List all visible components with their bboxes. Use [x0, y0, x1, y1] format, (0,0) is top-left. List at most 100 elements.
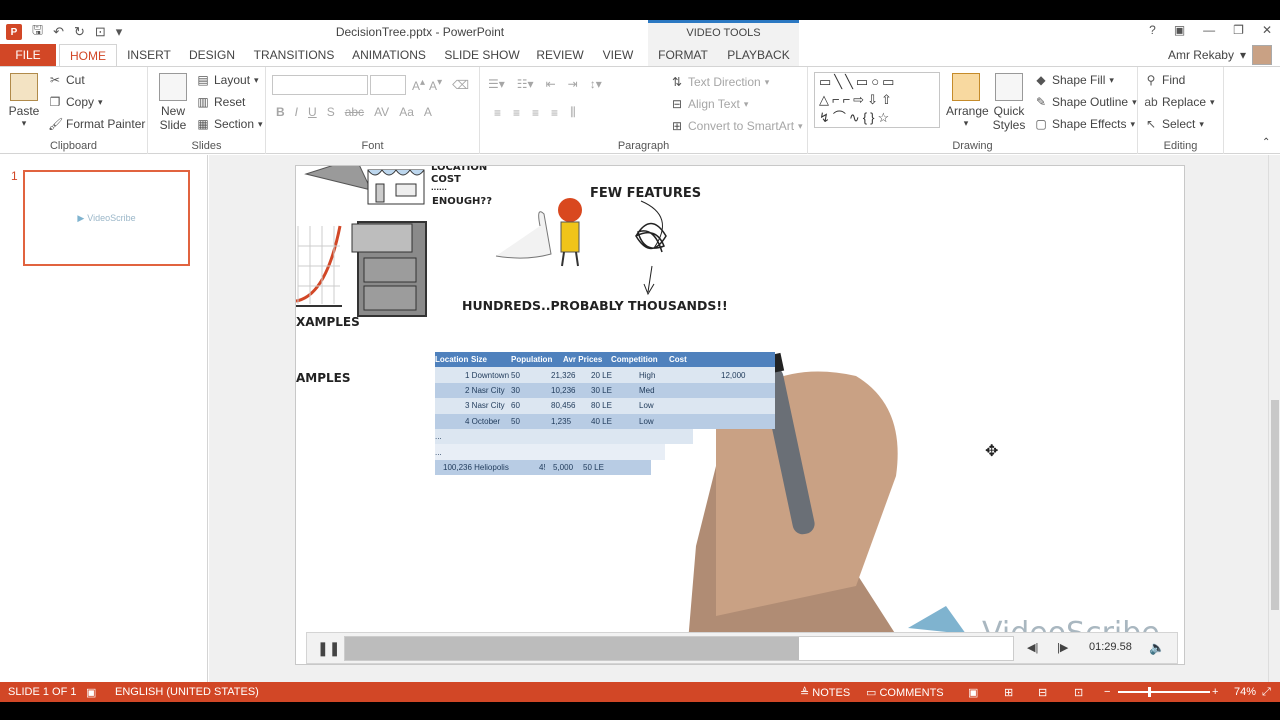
chevron-down-icon: ▾	[1132, 96, 1137, 107]
font-group-label: Font	[361, 140, 384, 152]
increase-indent-icon[interactable]: ⇥	[568, 77, 578, 91]
slide-sorter-icon[interactable]: ⊞	[1004, 686, 1013, 699]
justify-icon[interactable]: ≡	[551, 106, 558, 120]
new-slide-button[interactable]: New Slide	[156, 73, 190, 132]
tab-animations[interactable]: ANIMATIONS	[346, 44, 432, 66]
select-button[interactable]: ↖ Select ▾	[1144, 117, 1204, 131]
bottom-black-bar	[0, 702, 1280, 720]
powerpoint-window: P 🖫 ↶ ↻ ⊡ ▾ DecisionTree.pptx - PowerPoi…	[0, 20, 1280, 702]
reset-button[interactable]: ▥ Reset	[196, 95, 245, 109]
font-color-icon[interactable]: A	[424, 105, 432, 119]
convert-smartart-button[interactable]: ⊞ Convert to SmartArt ▾	[670, 119, 803, 133]
line-spacing-icon[interactable]: ↕▾	[590, 77, 602, 91]
fit-to-window-icon[interactable]: ⤢	[1262, 686, 1271, 699]
columns-icon[interactable]: ⫼	[570, 105, 576, 120]
clear-formatting-icon[interactable]: ⌫	[452, 78, 469, 92]
change-case-icon[interactable]: Aa	[399, 105, 414, 119]
format-painter-button[interactable]: 🖌 Format Painter	[48, 117, 145, 131]
tab-transitions[interactable]: TRANSITIONS	[250, 44, 338, 66]
layout-button[interactable]: ▤ Layout ▾	[196, 73, 258, 87]
font-name-field[interactable]	[272, 75, 368, 95]
shape-effects-icon: ▢	[1035, 117, 1047, 131]
paste-button[interactable]: Paste ▾	[6, 73, 42, 129]
tab-playback[interactable]: PLAYBACK	[718, 44, 799, 66]
quick-styles-button[interactable]: Quick Styles	[988, 73, 1030, 132]
scrollbar-thumb[interactable]	[1271, 400, 1279, 610]
reset-icon: ▥	[197, 95, 209, 109]
align-right-icon[interactable]: ≡	[532, 106, 539, 120]
tab-design[interactable]: DESIGN	[184, 44, 240, 66]
user-account[interactable]: Amr Rekaby ▾	[1168, 44, 1272, 66]
language-indicator[interactable]: ENGLISH (UNITED STATES)	[115, 686, 259, 698]
volume-icon[interactable]: 🔈	[1149, 640, 1165, 656]
zoom-out-icon[interactable]: −	[1104, 686, 1110, 698]
section-button[interactable]: ▦ Section ▾	[196, 117, 262, 131]
shape-fill-button[interactable]: ◆ Shape Fill ▾	[1034, 73, 1114, 87]
notes-label: NOTES	[812, 687, 851, 699]
binoculars-icon: ⚲	[1146, 73, 1156, 87]
collapse-ribbon-icon[interactable]: ⌃	[1262, 137, 1270, 148]
cut-button[interactable]: ✂ Cut	[48, 73, 85, 87]
shape-effects-button[interactable]: ▢ Shape Effects ▾	[1034, 117, 1135, 131]
drawing-group: ▭╲╲▭○▭ △⌐⌐⇨⇩⇧ ↯⌒∿{}☆ Arrange ▾ Quick Style…	[808, 67, 1138, 154]
spelling-icon[interactable]: ▣	[86, 686, 96, 699]
close-icon[interactable]: ✕	[1262, 23, 1272, 37]
slides-group-label: Slides	[191, 140, 222, 152]
tab-insert[interactable]: INSERT	[122, 44, 176, 66]
align-left-icon[interactable]: ≡	[494, 106, 501, 120]
align-center-icon[interactable]: ≡	[513, 106, 520, 120]
find-button[interactable]: ⚲ Find	[1144, 73, 1186, 87]
font-size-field[interactable]	[370, 75, 406, 95]
zoom-level[interactable]: 74%	[1234, 686, 1256, 698]
scissors-icon: ✂	[49, 73, 61, 87]
italic-icon[interactable]: I	[295, 105, 298, 119]
notes-button[interactable]: ≜ NOTES	[800, 686, 850, 699]
grow-font-icon[interactable]: A▴	[412, 77, 425, 93]
text-direction-button[interactable]: ⇅ Text Direction ▾	[670, 75, 769, 89]
align-text-button[interactable]: ⊟ Align Text ▾	[670, 97, 748, 111]
numbering-icon[interactable]: ☷▾	[517, 77, 534, 91]
shape-outline-button[interactable]: ✎ Shape Outline ▾	[1034, 95, 1137, 109]
shrink-font-icon[interactable]: A▾	[429, 77, 442, 93]
help-icon[interactable]: ?	[1149, 23, 1156, 37]
move-back-icon[interactable]: ◀|	[1027, 641, 1038, 654]
tab-home[interactable]: HOME	[59, 44, 117, 67]
bullets-icon[interactable]: ☰▾	[488, 77, 505, 91]
arrange-button[interactable]: Arrange ▾	[946, 73, 989, 129]
ribbon-display-options-icon[interactable]: ▣	[1174, 23, 1185, 37]
avatar	[1252, 45, 1272, 65]
tab-format[interactable]: FORMAT	[648, 44, 718, 66]
normal-view-icon[interactable]: ▣	[968, 686, 978, 699]
strikethrough-icon[interactable]: abc	[345, 105, 364, 119]
tab-review[interactable]: REVIEW	[532, 44, 588, 66]
pause-icon[interactable]: ❚❚	[317, 640, 340, 657]
zoom-in-icon[interactable]: +	[1212, 686, 1218, 698]
comments-button[interactable]: ▭ COMMENTS	[866, 686, 944, 699]
shadow-icon[interactable]: S	[327, 105, 335, 119]
table-cell: 4 October	[465, 416, 501, 426]
underline-icon[interactable]: U	[308, 105, 317, 119]
tab-view[interactable]: VIEW	[596, 44, 640, 66]
decrease-indent-icon[interactable]: ⇤	[546, 77, 556, 91]
tab-file[interactable]: FILE	[0, 44, 56, 66]
video-progress-track[interactable]	[344, 636, 1014, 661]
slide-canvas[interactable]: LOCATION COST ...... ENOUGH?? FEW FEATUR…	[295, 165, 1185, 665]
zoom-slider[interactable]	[1118, 691, 1210, 693]
restore-icon[interactable]: ❐	[1233, 23, 1244, 37]
table-cell: 30	[511, 385, 520, 395]
replace-button[interactable]: ab Replace ▾	[1144, 95, 1214, 109]
zoom-slider-knob[interactable]	[1148, 687, 1151, 697]
tab-slide-show[interactable]: SLIDE SHOW	[440, 44, 524, 66]
shapes-gallery[interactable]: ▭╲╲▭○▭ △⌐⌐⇨⇩⇧ ↯⌒∿{}☆	[814, 72, 940, 128]
font-size-buttons[interactable]: A▴ A▾ ⌫	[412, 77, 469, 93]
vertical-scrollbar[interactable]	[1268, 155, 1280, 682]
copy-button[interactable]: ❐ Copy ▾	[48, 95, 103, 109]
bold-icon[interactable]: B	[276, 105, 285, 119]
move-forward-icon[interactable]: |▶	[1057, 641, 1068, 654]
table-cell: Low	[639, 401, 654, 411]
reading-view-icon[interactable]: ⊟	[1038, 686, 1047, 699]
character-spacing-icon[interactable]: AV	[374, 105, 389, 119]
slide-show-icon[interactable]: ⊡	[1074, 686, 1083, 699]
minimize-icon[interactable]: —	[1203, 23, 1215, 37]
slide-thumbnail[interactable]: ▶ VideoScribe	[23, 170, 190, 266]
